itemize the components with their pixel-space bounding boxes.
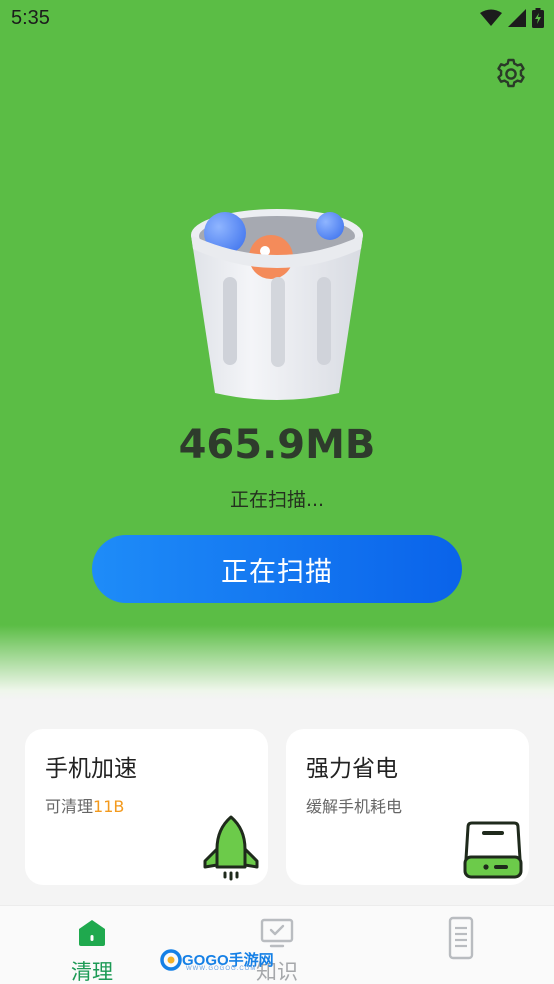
tab-device[interactable] (391, 906, 531, 984)
tab-clean[interactable]: 清理 (22, 906, 162, 984)
gear-icon (497, 58, 525, 88)
phone-icon (448, 916, 474, 960)
battery-status-icon (532, 8, 544, 28)
tab-label: 清理 (71, 960, 113, 984)
status-time: 5:35 (11, 7, 50, 29)
monitor-icon (260, 918, 294, 948)
card-subtitle-prefix: 可清理 (45, 797, 94, 816)
card-title: 手机加速 (45, 756, 137, 782)
rocket-icon (203, 815, 259, 881)
card-subtitle: 可清理11B (45, 793, 124, 817)
wifi-icon (480, 9, 502, 26)
signal-icon (508, 9, 526, 27)
gogo-logo-icon (160, 949, 182, 971)
home-icon (79, 920, 105, 946)
watermark-logo: GOGO手游网 WWW.GOGOG.COM (160, 948, 274, 976)
watermark-sub: WWW.GOGOG.COM (186, 966, 257, 972)
card-subtitle-value: 11B (93, 797, 125, 816)
scan-button[interactable]: 正在扫描 (92, 535, 462, 603)
power-saving-card[interactable]: 强力省电 缓解手机耗电 (286, 729, 529, 885)
bottom-tab-bar: 清理 知识 (0, 905, 554, 984)
settings-button[interactable] (493, 56, 529, 92)
scan-status-text: 正在扫描... (229, 489, 325, 511)
battery-icon (463, 821, 523, 879)
junk-size: 465.9MB (178, 422, 376, 468)
card-subtitle: 缓解手机耗电 (306, 797, 403, 816)
phone-boost-card[interactable]: 手机加速 可清理11B (25, 729, 268, 885)
status-icons (480, 8, 544, 28)
card-title: 强力省电 (306, 756, 398, 782)
status-bar: 5:35 (0, 0, 554, 38)
trash-bin-illustration (191, 209, 363, 400)
